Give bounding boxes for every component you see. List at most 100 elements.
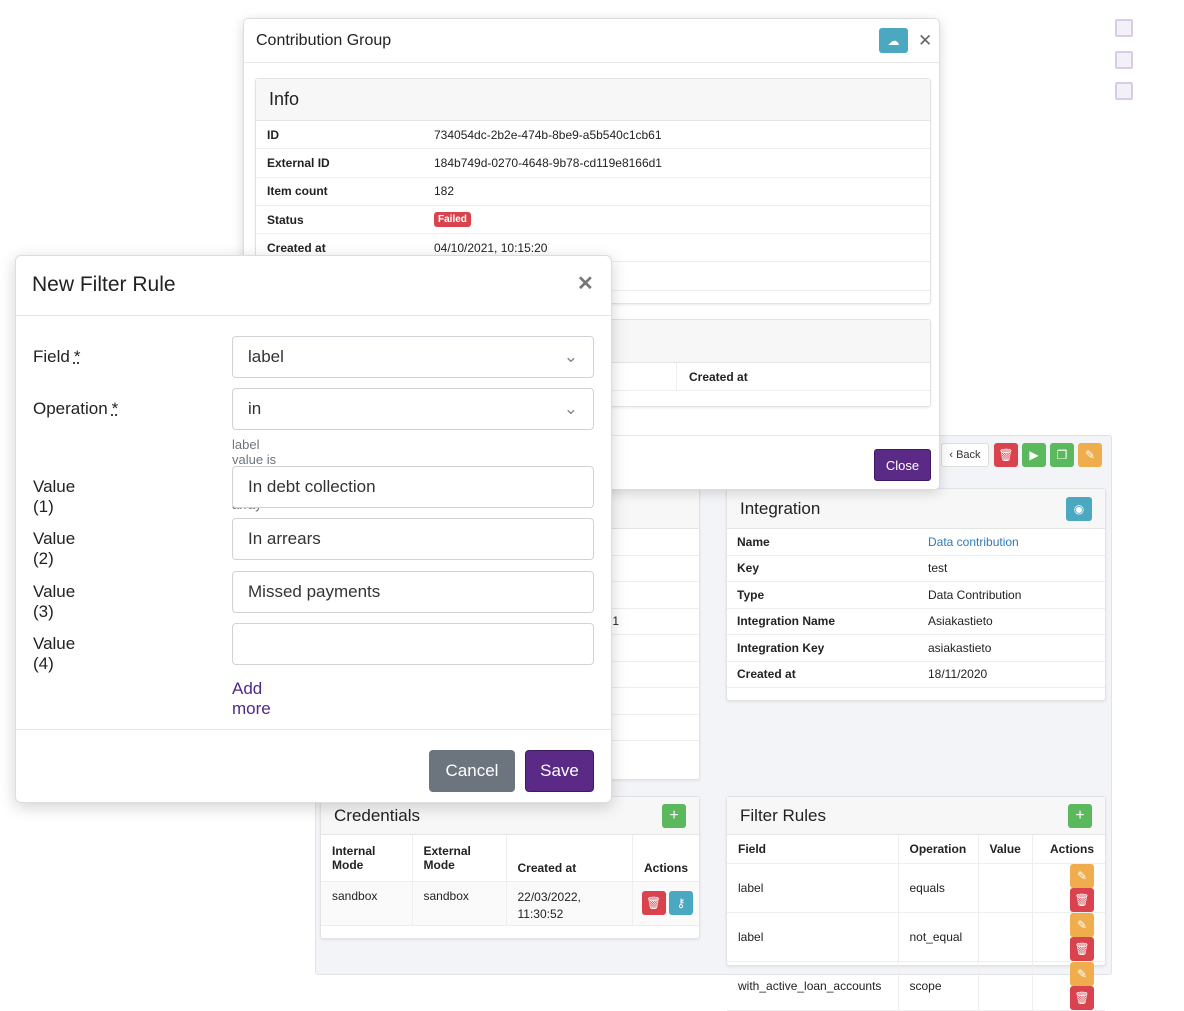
operation-select[interactable]: in ⌄	[232, 388, 594, 430]
save-button[interactable]: Save	[525, 750, 594, 792]
info-row: ID 734054dc-2b2e-474b-8be9-a5b540c1cb61	[256, 121, 930, 150]
table-row: with_active_loan_accounts scope ✎ 🗑	[727, 961, 1105, 1011]
modal-title: Contribution Group	[256, 31, 392, 49]
integration-row: Type Data Contribution	[727, 582, 1105, 609]
run-button[interactable]: ▶	[1022, 443, 1046, 467]
checkbox-3[interactable]	[1115, 82, 1133, 100]
trash-icon: 🗑	[998, 448, 1014, 462]
edit-button[interactable]: ✎	[1078, 443, 1102, 467]
row-key: Status	[267, 212, 304, 227]
row-key: Created at	[267, 240, 326, 255]
checkbox-2[interactable]	[1115, 51, 1133, 69]
eye-icon: ◉	[1073, 501, 1085, 516]
key-button[interactable]: ⚷	[669, 891, 693, 915]
info-row: Status Failed	[256, 206, 930, 235]
rule-operation: equals	[898, 863, 979, 913]
integration-title: Integration	[740, 498, 821, 518]
delete-button[interactable]: 🗑	[994, 443, 1018, 467]
row-key: Integration Key	[737, 640, 825, 655]
filter-rules-card: Filter Rules + Field Operation Value Action…	[726, 796, 1106, 1011]
th-value: Value	[978, 835, 1033, 864]
info-title: Info	[269, 89, 300, 109]
th-created-at: Created at	[506, 835, 633, 882]
info-row: External ID 184b749d-0270-4648-9b78-cd119…	[256, 149, 930, 178]
th-external-mode: External Mode	[412, 835, 507, 882]
add-more-link[interactable]: Add more	[232, 679, 271, 719]
row-value: 182	[434, 184, 455, 199]
integration-row: Created at 18/11/2020	[727, 662, 1105, 688]
close-button[interactable]: Close	[874, 449, 931, 481]
edit-rule-button[interactable]: ✎	[1070, 961, 1094, 986]
play-icon: ▶	[1029, 448, 1039, 462]
credentials-table: Internal Mode External Mode Created at Acti…	[321, 835, 699, 926]
field-select[interactable]: label ⌄	[232, 336, 594, 378]
rule-value	[978, 863, 1033, 913]
value-input[interactable]: In arrears	[232, 518, 594, 561]
row-value: 04/10/2021, 10:15:20	[434, 240, 548, 255]
close-icon[interactable]: ✕	[577, 271, 594, 296]
field-label: Field *	[33, 347, 81, 366]
back-label: Back	[956, 449, 981, 461]
delete-rule-button[interactable]: 🗑	[1070, 887, 1094, 912]
new-filter-rule-modal: New Filter Rule ✕ Field * label ⌄ Operatio…	[15, 255, 612, 803]
detail-value: 1	[612, 614, 619, 629]
value-label: Value (1)	[33, 477, 76, 516]
delete-rule-button[interactable]: 🗑	[1070, 985, 1094, 1010]
row-key: Name	[737, 534, 770, 549]
row-value: 184b749d-0270-4648-9b78-cd119e8166d1	[434, 155, 662, 170]
delete-credential-button[interactable]: 🗑	[641, 891, 666, 915]
edit-rule-button[interactable]: ✎	[1070, 912, 1094, 937]
back-button[interactable]: ‹ Back	[941, 443, 989, 467]
download-button[interactable]: ☁	[879, 28, 908, 53]
view-integration-button[interactable]: ◉	[1066, 496, 1092, 521]
copy-button[interactable]: ❐	[1050, 443, 1074, 467]
info-row: Item count 182	[256, 178, 930, 206]
row-value: 734054dc-2b2e-474b-8be9-a5b540c1cb61	[434, 127, 662, 142]
value-input[interactable]	[232, 622, 594, 665]
th-operation: Operation	[898, 835, 979, 864]
chevron-down-icon: ⌄	[563, 399, 578, 418]
delete-rule-button[interactable]: 🗑	[1070, 936, 1094, 961]
th-internal-mode: Internal Mode	[321, 835, 413, 882]
th-actions: Actions	[632, 835, 699, 882]
row-value: Data Contribution	[928, 587, 1022, 602]
edit-rule-button[interactable]: ✎	[1070, 863, 1094, 888]
rule-field: label	[727, 912, 899, 962]
th-actions: Actions	[1032, 835, 1105, 864]
add-credential-button[interactable]: +	[662, 803, 686, 828]
value-input[interactable]: In debt collection	[232, 466, 594, 508]
key-icon: ⚷	[676, 896, 686, 910]
integration-card: Integration ◉ Name Data contribution Key te…	[726, 488, 1106, 701]
rule-value	[978, 912, 1033, 962]
cancel-button[interactable]: Cancel	[429, 750, 515, 792]
credentials-title: Credentials	[334, 805, 420, 825]
credentials-card: Credentials + Internal Mode External Mode…	[320, 796, 700, 939]
checkbox-1[interactable]	[1115, 19, 1133, 37]
rule-value	[978, 961, 1033, 1011]
row-value: Asiakastieto	[928, 614, 993, 629]
table-row: sandbox sandbox 22/03/2022, 11:30:52 🗑 ⚷	[321, 881, 699, 926]
add-filter-rule-button[interactable]: +	[1068, 803, 1092, 828]
integration-row: Integration Key asiakastieto	[727, 635, 1105, 662]
internal-mode: sandbox	[321, 881, 413, 926]
rule-operation: not_equal	[898, 912, 979, 962]
cloud-download-icon: ☁	[887, 33, 900, 48]
copy-icon: ❐	[1056, 448, 1068, 462]
value-input[interactable]: Missed payments	[232, 570, 594, 613]
row-key: External ID	[267, 155, 330, 170]
table-row: label not_equal ✎ 🗑	[727, 912, 1105, 962]
rule-field: with_active_loan_accounts	[727, 961, 899, 1011]
value-label: Value (3)	[33, 581, 76, 621]
row-key: Type	[737, 587, 765, 602]
value-label: Value (2)	[33, 529, 76, 569]
rule-operation: scope	[898, 961, 979, 1011]
modal-title: New Filter Rule	[32, 273, 176, 296]
th-field: Field	[727, 835, 899, 864]
table-row: label equals ✎ 🗑	[727, 863, 1105, 913]
row-key: Created at	[737, 667, 796, 682]
close-icon[interactable]: ✕	[918, 31, 932, 51]
external-mode: sandbox	[412, 881, 507, 926]
row-value: asiakastieto	[928, 640, 992, 655]
row-key: Item count	[267, 184, 328, 199]
row-value[interactable]: Data contribution	[928, 535, 1019, 549]
